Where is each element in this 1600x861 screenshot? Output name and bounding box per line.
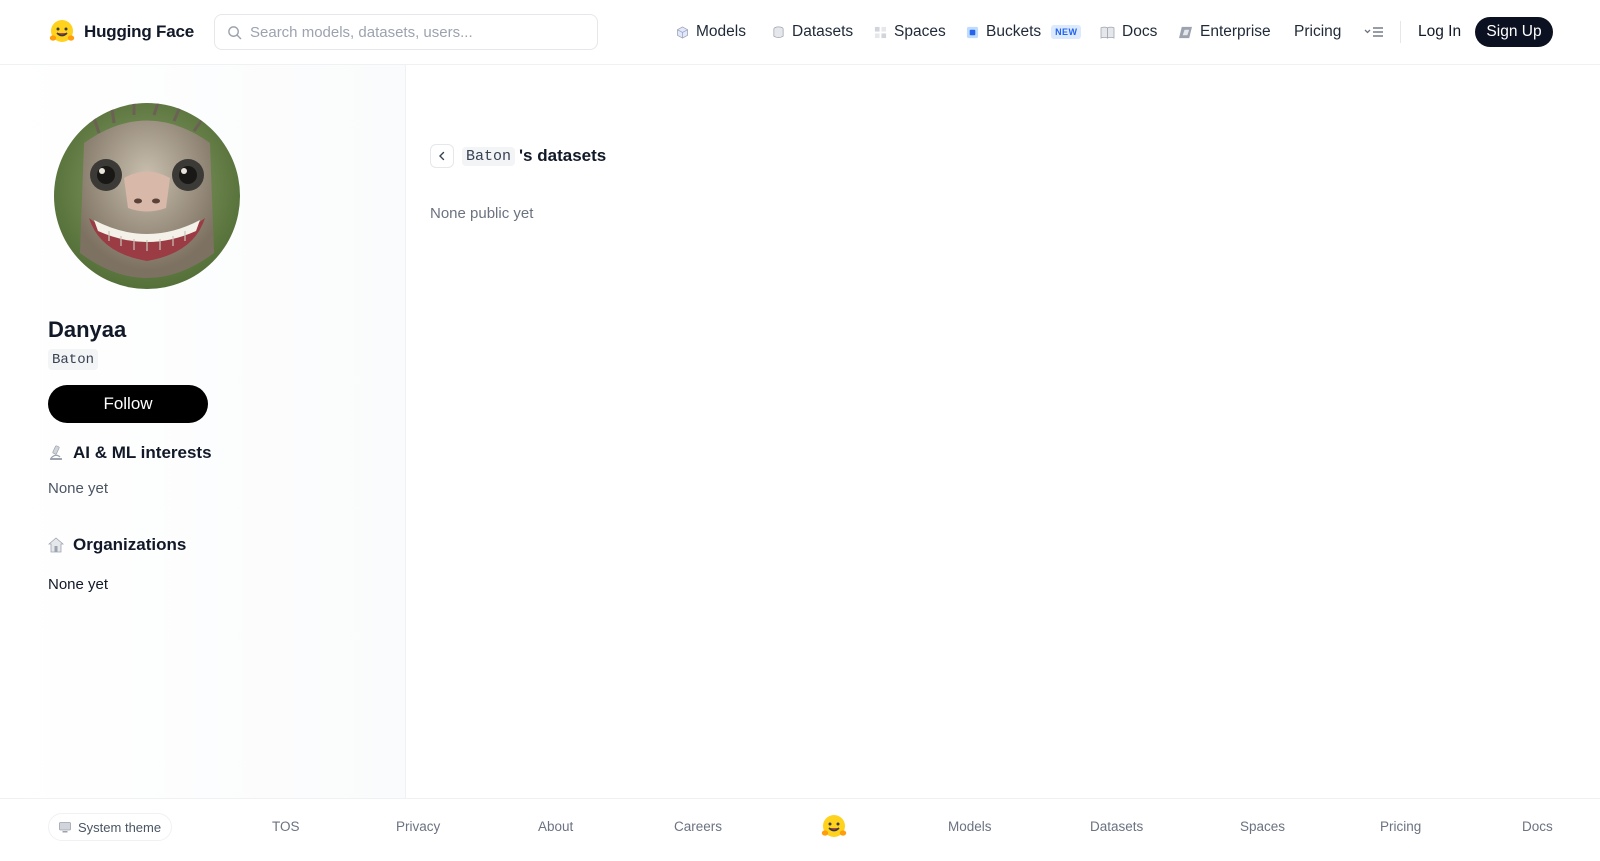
organization-icon [48, 537, 64, 553]
nav-buckets-label: Buckets [986, 23, 1042, 40]
home-logo-link[interactable]: Hugging Face [48, 17, 194, 47]
database-icon [773, 26, 784, 38]
nav-pricing[interactable]: Pricing [1294, 18, 1341, 46]
interests-title: AI & ML interests [73, 443, 212, 462]
page-title: Baton 's datasets [462, 143, 606, 169]
nav-datasets[interactable]: Datasets [772, 18, 853, 46]
organizations-value: None yet [48, 576, 109, 593]
footer-link-pricing[interactable]: Pricing [1380, 819, 1421, 834]
header-divider [1400, 21, 1401, 43]
cube-icon [677, 26, 688, 38]
nav-pricing-label: Pricing [1294, 23, 1342, 40]
footer-link-tos[interactable]: TOS [272, 819, 300, 834]
chevron-left-icon [439, 151, 445, 161]
footer-link-datasets[interactable]: Datasets [1090, 819, 1143, 834]
nav-buckets[interactable]: Buckets NEW [966, 18, 1082, 46]
book-icon [1100, 26, 1115, 39]
avatar [54, 103, 240, 289]
title-suffix: 's datasets [519, 146, 607, 165]
signup-button[interactable]: Sign Up [1475, 17, 1553, 47]
search-box[interactable] [214, 14, 598, 50]
brand-name: Hugging Face [84, 22, 194, 41]
login-link[interactable]: Log In [1418, 18, 1461, 46]
monitor-icon [59, 821, 71, 832]
search-input[interactable] [250, 23, 590, 41]
nav-models-label: Models [696, 23, 746, 40]
nav-spaces[interactable]: Spaces [874, 18, 946, 46]
organizations-title: Organizations [73, 535, 187, 554]
interests-value: None yet [48, 480, 109, 497]
ostrich-avatar-image [54, 103, 240, 289]
nav-docs[interactable]: Docs [1100, 18, 1157, 46]
nav-datasets-label: Datasets [792, 23, 854, 40]
footer: System theme TOS Privacy About Careers M… [0, 798, 1600, 861]
search-icon [228, 25, 242, 39]
footer-link-careers[interactable]: Careers [674, 819, 722, 834]
nav-enterprise[interactable]: Enterprise [1178, 18, 1271, 46]
more-menu-icon [1364, 27, 1383, 37]
top-navbar: Hugging Face Models Datasets Spaces [0, 0, 1600, 65]
more-menu-button[interactable] [1364, 18, 1384, 46]
footer-link-spaces[interactable]: Spaces [1240, 819, 1285, 834]
profile-full-name: Danyaa [48, 317, 127, 342]
profile-sidebar: Danyaa Baton Follow AI & ML interests No… [0, 65, 406, 798]
nav-docs-label: Docs [1122, 23, 1158, 40]
grid-icon [874, 26, 887, 38]
new-badge: NEW [1051, 25, 1082, 39]
footer-link-about[interactable]: About [538, 819, 573, 834]
interests-heading: AI & ML interests [48, 443, 212, 463]
footer-hugging-face-logo-icon[interactable] [820, 813, 848, 841]
empty-state-text: None public yet [430, 205, 534, 222]
nav-spaces-label: Spaces [894, 23, 946, 40]
theme-label: System theme [78, 819, 162, 835]
theme-toggle-button[interactable]: System theme [48, 813, 173, 841]
organizations-heading: Organizations [48, 535, 186, 555]
bucket-icon [966, 26, 979, 38]
profile-username: Baton [48, 349, 99, 370]
microscope-icon [50, 445, 62, 460]
nav-models[interactable]: Models [676, 18, 746, 46]
enterprise-icon [1179, 26, 1192, 38]
nav-enterprise-label: Enterprise [1200, 23, 1271, 40]
title-username-chip: Baton [462, 146, 516, 166]
footer-link-models[interactable]: Models [948, 819, 992, 834]
follow-button[interactable]: Follow [48, 385, 208, 423]
footer-link-privacy[interactable]: Privacy [396, 819, 440, 834]
hugging-face-logo-icon [49, 20, 75, 42]
back-button[interactable] [430, 144, 454, 168]
footer-link-docs[interactable]: Docs [1522, 819, 1553, 834]
